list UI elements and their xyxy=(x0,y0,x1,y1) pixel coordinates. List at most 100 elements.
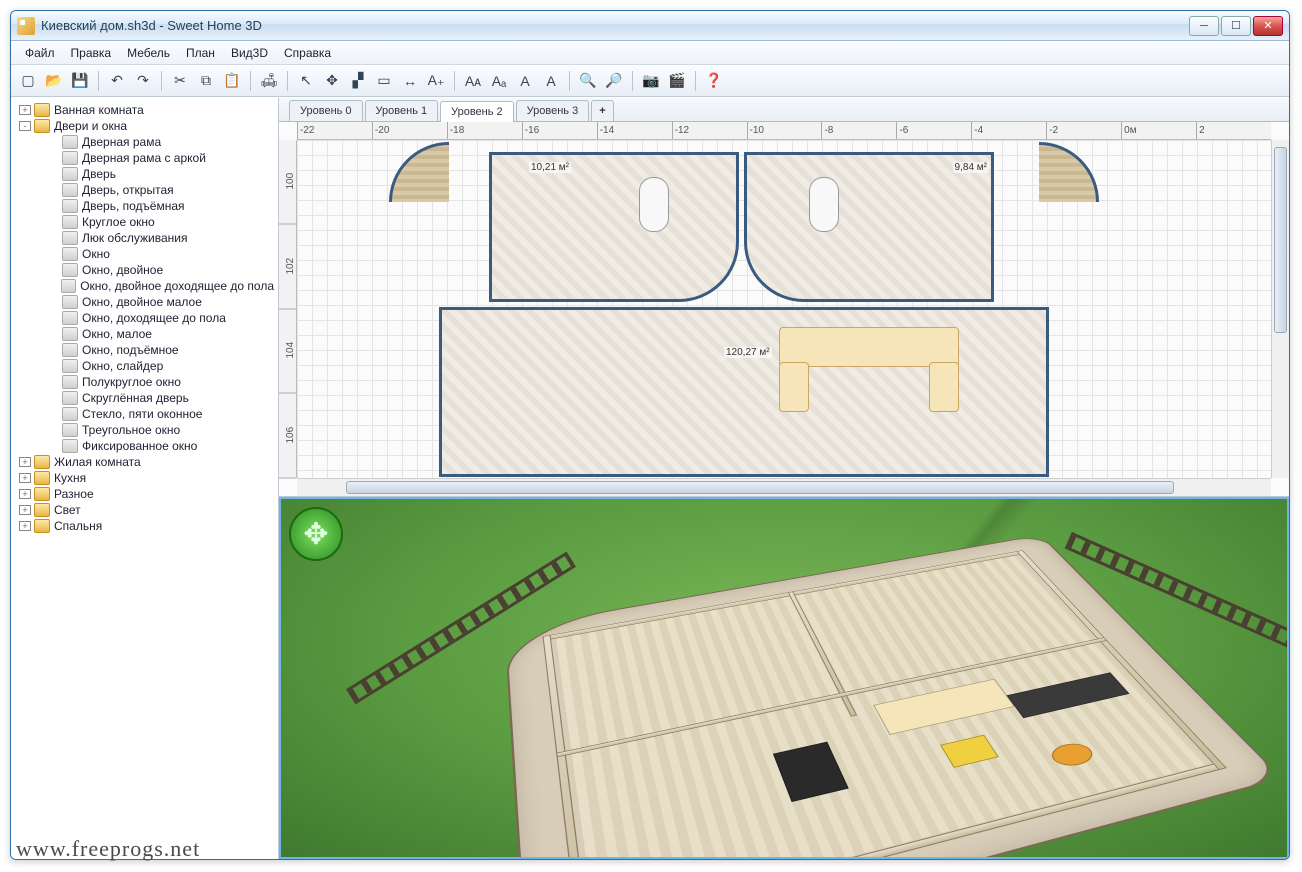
plan-scroll-h[interactable] xyxy=(297,478,1271,496)
copy-icon[interactable]: ⧉ xyxy=(195,70,217,92)
text-icon[interactable]: A₊ xyxy=(425,70,447,92)
level-tab[interactable]: Уровень 3 xyxy=(516,100,590,121)
sofa-arm-r[interactable] xyxy=(929,362,959,412)
zoom-in-icon[interactable]: 🔍 xyxy=(577,70,599,92)
menu-План[interactable]: План xyxy=(178,43,223,63)
expand-icon[interactable]: + xyxy=(19,457,31,467)
room-icon[interactable]: ▭ xyxy=(373,70,395,92)
catalog-item[interactable]: Окно, двойное xyxy=(11,262,278,278)
help-icon[interactable]: ❓ xyxy=(703,70,725,92)
dimension-icon[interactable]: ↔ xyxy=(399,70,421,92)
catalog-item[interactable]: Дверь, подъёмная xyxy=(11,198,278,214)
undo-icon[interactable]: ↶ xyxy=(106,70,128,92)
catalog-item[interactable]: Окно, слайдер xyxy=(11,358,278,374)
catalog-item[interactable]: Треугольное окно xyxy=(11,422,278,438)
catalog-item[interactable]: Стекло, пяти оконное xyxy=(11,406,278,422)
catalog-item[interactable]: Дверная рама с аркой xyxy=(11,150,278,166)
bathtub-2[interactable] xyxy=(809,177,839,232)
catalog-item[interactable]: Окно, малое xyxy=(11,326,278,342)
expand-icon[interactable]: + xyxy=(19,521,31,531)
cut-icon[interactable]: ✂ xyxy=(169,70,191,92)
folder-icon xyxy=(34,455,50,469)
catalog-item[interactable]: Окно, подъёмное xyxy=(11,342,278,358)
ruler-tick: -6 xyxy=(896,122,971,139)
text-bold-icon[interactable]: Aᴀ xyxy=(462,70,484,92)
room-bath-right[interactable] xyxy=(744,152,994,302)
text-increase-icon[interactable]: A xyxy=(540,70,562,92)
expand-icon[interactable]: + xyxy=(19,105,31,115)
catalog-folder[interactable]: -Двери и окна xyxy=(11,118,278,134)
maximize-button[interactable]: ☐ xyxy=(1221,16,1251,36)
item-label: Полукруглое окно xyxy=(82,375,181,389)
catalog-item[interactable]: Дверная рама xyxy=(11,134,278,150)
menu-Мебель[interactable]: Мебель xyxy=(119,43,178,63)
catalog-item[interactable]: Дверь xyxy=(11,166,278,182)
catalog-folder[interactable]: +Ванная комната xyxy=(11,102,278,118)
folder-label: Кухня xyxy=(54,471,86,485)
wall-icon[interactable]: ▞ xyxy=(347,70,369,92)
catalog-item[interactable]: Фиксированное окно xyxy=(11,438,278,454)
scroll-thumb[interactable] xyxy=(1274,147,1287,333)
ruler-tick: 100 xyxy=(279,140,296,225)
room-bath-left[interactable] xyxy=(489,152,739,302)
scroll-thumb[interactable] xyxy=(346,481,1174,494)
video-icon[interactable]: 🎬 xyxy=(666,70,688,92)
ruler-tick: -16 xyxy=(522,122,597,139)
catalog-item[interactable]: Люк обслуживания xyxy=(11,230,278,246)
redo-icon[interactable]: ↷ xyxy=(132,70,154,92)
pan-icon[interactable]: ✥ xyxy=(321,70,343,92)
plan-scroll-v[interactable] xyxy=(1271,140,1289,478)
catalog-item[interactable]: Окно, доходящее до пола xyxy=(11,310,278,326)
minimize-button[interactable]: ─ xyxy=(1189,16,1219,36)
titlebar[interactable]: Киевский дом.sh3d - Sweet Home 3D ─ ☐ ✕ xyxy=(11,11,1289,41)
zoom-out-icon[interactable]: 🔎 xyxy=(603,70,625,92)
furniture-add-icon[interactable]: 🛋 xyxy=(258,70,280,92)
plan-2d-view[interactable]: -22-20-18-16-14-12-10-8-6-4-20м2 1001021… xyxy=(279,122,1289,497)
catalog-folder[interactable]: + Кухня xyxy=(11,470,278,486)
bathtub-1[interactable] xyxy=(639,177,669,232)
catalog-item[interactable]: Дверь, открытая xyxy=(11,182,278,198)
catalog-item[interactable]: Полукруглое окно xyxy=(11,374,278,390)
catalog-folder[interactable]: +Свет xyxy=(11,502,278,518)
item-label: Круглое окно xyxy=(82,215,155,229)
furniture-icon xyxy=(62,391,78,405)
catalog-item[interactable]: Скруглённая дверь xyxy=(11,390,278,406)
catalog-item[interactable]: Круглое окно xyxy=(11,214,278,230)
photo-icon[interactable]: 📷 xyxy=(640,70,662,92)
level-tab[interactable]: Уровень 1 xyxy=(365,100,439,121)
expand-icon[interactable]: - xyxy=(19,121,31,131)
paste-icon[interactable]: 📋 xyxy=(221,70,243,92)
expand-icon[interactable]: + xyxy=(19,473,31,483)
furniture-icon xyxy=(62,311,78,325)
catalog-item[interactable]: Окно xyxy=(11,246,278,262)
menu-Вид3D[interactable]: Вид3D xyxy=(223,43,276,63)
catalog-item[interactable]: Окно, двойное доходящее до пола xyxy=(11,278,278,294)
catalog-item[interactable]: Окно, двойное малое xyxy=(11,294,278,310)
text-italic-icon[interactable]: Aₐ xyxy=(488,70,510,92)
close-button[interactable]: ✕ xyxy=(1253,16,1283,36)
sofa-arm-l[interactable] xyxy=(779,362,809,412)
view-3d[interactable] xyxy=(279,497,1289,859)
furniture-catalog[interactable]: +Ванная комната-Двери и окнаДверная рама… xyxy=(11,98,279,859)
catalog-folder[interactable]: +Жилая комната xyxy=(11,454,278,470)
catalog-folder[interactable]: +Спальня xyxy=(11,518,278,534)
add-level-tab[interactable]: + xyxy=(591,100,613,121)
level-tab[interactable]: Уровень 0 xyxy=(289,100,363,121)
menu-Правка[interactable]: Правка xyxy=(63,43,120,63)
new-file-icon[interactable]: ▢ xyxy=(17,70,39,92)
select-icon[interactable]: ↖ xyxy=(295,70,317,92)
furniture-icon xyxy=(62,375,78,389)
menu-Файл[interactable]: Файл xyxy=(17,43,63,63)
menu-Справка[interactable]: Справка xyxy=(276,43,339,63)
level-tab[interactable]: Уровень 2 xyxy=(440,101,514,122)
open-icon[interactable]: 📂 xyxy=(43,70,65,92)
catalog-folder[interactable]: +Разное xyxy=(11,486,278,502)
folder-icon xyxy=(34,471,50,485)
sofa[interactable] xyxy=(779,327,959,367)
floorplan[interactable]: 10,21 м² 9,84 м² 120,27 м² xyxy=(429,152,1059,472)
nav-compass-3d[interactable] xyxy=(289,507,343,561)
text-decrease-icon[interactable]: A xyxy=(514,70,536,92)
expand-icon[interactable]: + xyxy=(19,505,31,515)
expand-icon[interactable]: + xyxy=(19,489,31,499)
save-icon[interactable]: 💾 xyxy=(69,70,91,92)
